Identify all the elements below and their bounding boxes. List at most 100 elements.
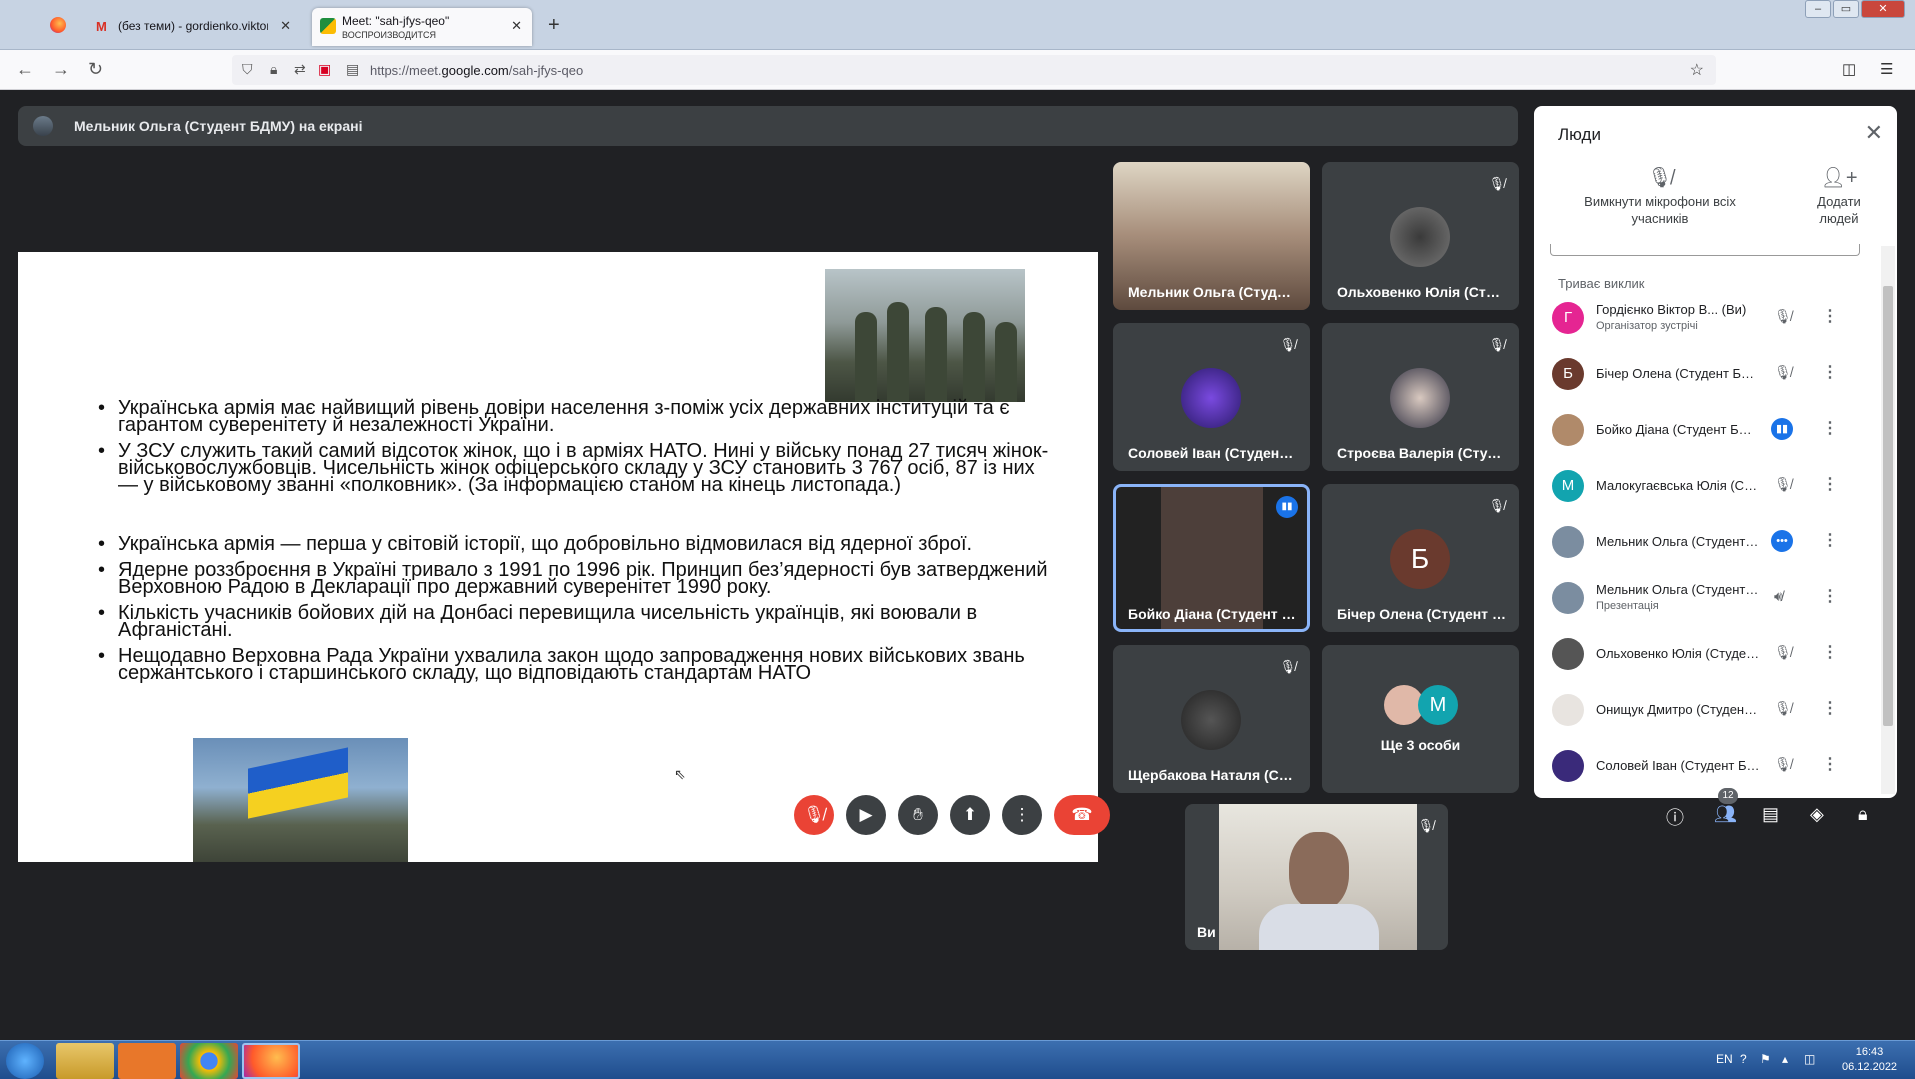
more-options-icon[interactable]: ⋮	[1822, 362, 1838, 382]
reload-icon[interactable]: ↻	[88, 59, 103, 80]
file-explorer-icon[interactable]	[56, 1043, 114, 1079]
window-controls: – ▭ ✕	[1805, 0, 1905, 22]
meet-icon	[320, 18, 336, 34]
avatar	[1552, 638, 1584, 670]
raise-hand-button[interactable]: ✋︎	[898, 795, 938, 835]
tab-gmail[interactable]: M (без теми) - gordienko.viktor@ ✕	[88, 8, 301, 46]
clock-date: 06.12.2022	[1842, 1061, 1898, 1073]
activities-icon[interactable]: ◈	[1810, 804, 1824, 825]
search-input[interactable]	[1550, 244, 1860, 256]
participant-tile[interactable]: 🎙︎̸ Ольховенко Юлія (Студент БДМУ)	[1322, 162, 1519, 310]
participant-row[interactable]: Ольховенко Юлія (Студент БДМУ) 🎙︎̸ ⋮	[1534, 630, 1874, 676]
participant-tile[interactable]: ▮▮ Бойко Діана (Студент БДМУ)	[1113, 484, 1310, 632]
more-options-icon[interactable]: ⋮	[1822, 530, 1838, 550]
more-options-icon[interactable]: ⋮	[1822, 586, 1838, 606]
camera-toggle-button[interactable]: ▶︎	[846, 795, 886, 835]
menu-icon[interactable]: ☰	[1880, 60, 1893, 78]
scrollbar[interactable]	[1881, 246, 1895, 794]
participant-row[interactable]: Соловей Іван (Студент БДМУ) 🎙︎̸ ⋮	[1534, 742, 1874, 788]
more-options-icon[interactable]: ⋮	[1822, 474, 1838, 494]
avatar	[1181, 690, 1241, 750]
windows-taskbar: EN ? ⚑ ▴ ◫ 16:43 06.12.2022	[0, 1040, 1915, 1079]
forward-icon[interactable]: →	[52, 59, 70, 80]
avatar	[1552, 694, 1584, 726]
tab-meet[interactable]: Meet: "sah-jfys-qeo" ВОСПРОИЗВОДИТСЯ ✕	[312, 8, 532, 46]
new-tab-button[interactable]: +	[548, 14, 560, 37]
minimize-button[interactable]: –	[1805, 0, 1831, 18]
participant-tile[interactable]: 🎙︎̸ Б Бічер Олена (Студент БДМУ)	[1322, 484, 1519, 632]
permissions-icon[interactable]: ⇄	[294, 61, 306, 78]
leave-call-button[interactable]: ☎︎	[1054, 795, 1110, 835]
close-icon[interactable]: ✕	[1865, 120, 1883, 146]
mic-off-icon: 🎙︎̸	[1488, 337, 1505, 352]
avatar: М	[1418, 685, 1458, 725]
avatar	[1552, 750, 1584, 782]
add-person-icon: 👤︎+	[1820, 167, 1858, 189]
more-options-icon[interactable]: ⋮	[1822, 306, 1838, 326]
participant-row[interactable]: Мельник Ольга (Студент БДМУ) ••• ⋮	[1534, 518, 1874, 564]
participant-row[interactable]: Г Гордієнко Віктор В... (Ви) Організатор з…	[1534, 294, 1874, 340]
participant-tile[interactable]: Мельник Ольга (Студент БДМУ)	[1113, 162, 1310, 310]
network-icon[interactable]: ⚑	[1760, 1052, 1771, 1066]
mic-off-icon[interactable]: 🎙︎̸	[1774, 308, 1792, 325]
more-options-icon[interactable]: ⋮	[1822, 418, 1838, 438]
browser-nav-bar: ← → ↻ ⛉ 🔒︎ ⇄ ▣ ▤ https://meet.google.com…	[0, 50, 1915, 90]
participant-row[interactable]: М Малокугаєвська Юлія (Студент БДМУ) 🎙︎̸ ⋮	[1534, 462, 1874, 508]
pdf-app-icon[interactable]	[118, 1043, 176, 1079]
self-view-tile[interactable]: 🎙︎̸ Ви	[1185, 804, 1448, 950]
chrome-icon[interactable]	[180, 1043, 238, 1079]
close-tab-icon[interactable]: ✕	[280, 18, 291, 34]
participant-row[interactable]: Мельник Ольга (Студент БДМУ) Презентація 🔊…	[1534, 574, 1874, 620]
present-button[interactable]: ⬆︎	[950, 795, 990, 835]
url-text: https://meet.google.com/sah-jfys-qeo	[370, 63, 584, 78]
more-options-icon[interactable]: ⋮	[1822, 642, 1838, 662]
shield-icon[interactable]: ⛉	[242, 61, 253, 78]
pocket-icon[interactable]: ◫	[1842, 60, 1856, 78]
mute-all-button[interactable]: 🎙︎̸ Вимкнути мікрофони всіх учасників	[1560, 168, 1760, 227]
system-clock[interactable]: 16:43 06.12.2022	[1842, 1045, 1897, 1075]
list-item: Українська армія має найвищий рівень дов…	[98, 398, 1058, 435]
mic-off-icon[interactable]: 🎙︎̸	[1774, 476, 1792, 493]
info-icon[interactable]: ⓘ	[1666, 804, 1684, 830]
people-icon[interactable]: 👥︎	[1714, 804, 1737, 825]
participant-name: Бічер Олена (Студент БДМУ)	[1596, 366, 1760, 381]
add-people-button[interactable]: 👤︎+ Додати людей	[1804, 167, 1874, 227]
mic-off-icon[interactable]: 🎙︎̸	[1774, 756, 1792, 773]
volume-icon[interactable]: ◫	[1804, 1052, 1815, 1066]
mic-off-icon[interactable]: 🎙︎̸	[1774, 644, 1792, 661]
bookmark-star-icon[interactable]: ☆	[1690, 60, 1704, 80]
back-icon[interactable]: ←	[16, 59, 34, 80]
audio-off-icon[interactable]: 🔊︎̸	[1774, 588, 1783, 605]
lock-icon[interactable]: 🔒︎	[270, 61, 277, 78]
mic-off-icon[interactable]: 🎙︎̸	[1774, 364, 1792, 381]
more-options-button[interactable]: ⋮	[1002, 795, 1042, 835]
start-button[interactable]	[6, 1043, 44, 1079]
more-options-icon[interactable]: ⋮	[1822, 698, 1838, 718]
language-indicator[interactable]: EN	[1716, 1052, 1733, 1066]
participant-row[interactable]: Б Бічер Олена (Студент БДМУ) 🎙︎̸ ⋮	[1534, 350, 1874, 396]
participant-tile[interactable]: 🎙︎̸ Строєва Валерія (Студент БДМУ)	[1322, 323, 1519, 471]
participant-tile[interactable]: 🎙︎̸ Соловей Іван (Студент БДМУ)	[1113, 323, 1310, 471]
mic-off-icon: 🎙︎̸	[1488, 176, 1505, 191]
mouse-cursor-icon: ⇖	[674, 766, 686, 782]
participant-tile[interactable]: 🎙︎̸ Щербакова Наталя (Студент БДМУ)	[1113, 645, 1310, 793]
help-icon[interactable]: ?	[1740, 1052, 1747, 1066]
address-bar[interactable]: ⛉ 🔒︎ ⇄ ▣ ▤ https://meet.google.com/sah-j…	[232, 55, 1716, 85]
participant-row[interactable]: Онищук Дмитро (Студент БДМУ) 🎙︎̸ ⋮	[1534, 686, 1874, 732]
host-controls-icon[interactable]: 🔒︎	[1858, 804, 1868, 825]
mic-toggle-button[interactable]: 🎙︎̸	[794, 795, 834, 835]
close-window-button[interactable]: ✕	[1861, 0, 1905, 18]
close-tab-icon[interactable]: ✕	[511, 18, 522, 34]
participant-count-badge: 12	[1718, 788, 1738, 804]
participant-row[interactable]: Бойко Діана (Студент БДМУ) ▮▮ ⋮	[1534, 406, 1874, 452]
chat-icon[interactable]: ▤	[1762, 804, 1779, 825]
firefox-taskbar-icon[interactable]	[242, 1043, 300, 1079]
more-participants-tile[interactable]: М Ще 3 особи	[1322, 645, 1519, 793]
mic-off-icon[interactable]: 🎙︎̸	[1774, 700, 1792, 717]
maximize-button[interactable]: ▭	[1833, 0, 1859, 18]
avatar	[1552, 414, 1584, 446]
tray-arrow-icon[interactable]: ▴	[1782, 1052, 1788, 1066]
camera-icon[interactable]: ▣	[318, 61, 331, 78]
reader-icon[interactable]: ▤	[346, 61, 359, 78]
more-options-icon[interactable]: ⋮	[1822, 754, 1838, 774]
